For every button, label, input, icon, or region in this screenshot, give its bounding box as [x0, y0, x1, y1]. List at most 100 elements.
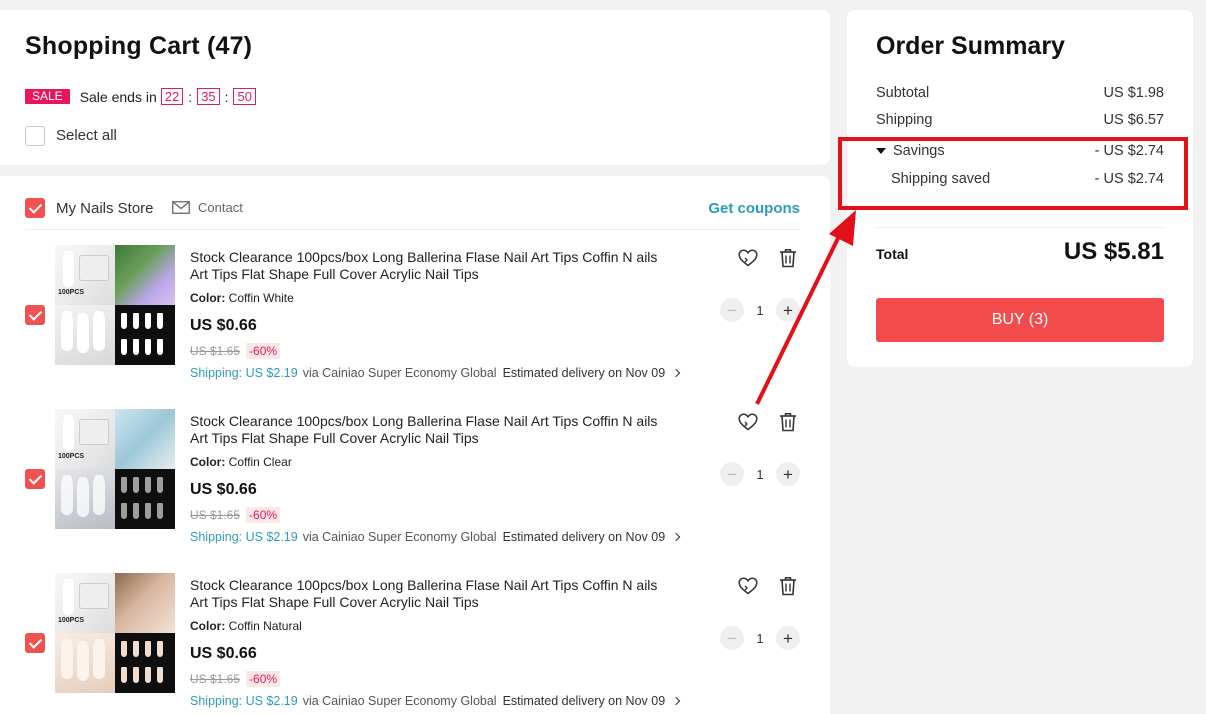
- item-price: US $0.66: [190, 317, 257, 334]
- mail-icon: [172, 201, 190, 214]
- page-title: Shopping Cart (47): [25, 32, 253, 60]
- chevron-right-icon: [671, 696, 681, 706]
- get-coupons-link[interactable]: Get coupons: [708, 200, 800, 217]
- color-label: Color:: [190, 291, 226, 305]
- quantity-stepper: − 1 +: [720, 462, 800, 486]
- subtotal-value: US $1.98: [1103, 85, 1164, 101]
- decrease-qty-button[interactable]: −: [720, 462, 744, 486]
- store-header: My Nails Store Contact Get coupons: [25, 196, 800, 230]
- shipping-row: Shipping US $6.57: [876, 112, 1164, 128]
- buy-button[interactable]: BUY (3): [876, 298, 1164, 342]
- cart-header: Shopping Cart (47) SALE Sale ends in 22 …: [0, 10, 830, 165]
- color-value: Coffin White: [228, 291, 294, 305]
- delete-button[interactable]: [777, 411, 799, 433]
- shipping-info[interactable]: Shipping: US $2.19 via Cainiao Super Eco…: [190, 694, 681, 708]
- timer-minutes: 35: [197, 88, 220, 105]
- total-label: Total: [876, 246, 909, 262]
- price-comparison: US $1.65 -60%: [190, 671, 281, 687]
- heart-icon: [738, 249, 758, 267]
- product-thumbnail[interactable]: 100PCS: [55, 409, 175, 529]
- timer-seconds: 50: [233, 88, 256, 105]
- item-checkbox[interactable]: [25, 633, 45, 653]
- thumb-caption: 100PCS: [58, 289, 85, 296]
- thumb-caption: 100PCS: [58, 617, 85, 624]
- discount-badge: -60%: [246, 507, 281, 523]
- store-name[interactable]: My Nails Store: [56, 200, 154, 217]
- item-title[interactable]: Stock Clearance 100pcs/box Long Ballerin…: [190, 249, 660, 283]
- increase-qty-button[interactable]: +: [776, 298, 800, 322]
- divider: [876, 227, 1164, 228]
- shipping-method: via Cainiao Super Economy Global: [302, 530, 497, 544]
- item-title[interactable]: Stock Clearance 100pcs/box Long Ballerin…: [190, 413, 660, 447]
- color-value: Coffin Natural: [228, 619, 302, 633]
- delivery-estimate: Estimated delivery on Nov 09: [502, 366, 666, 380]
- shipping-cost: Shipping: US $2.19: [190, 530, 298, 544]
- trash-icon: [780, 249, 796, 268]
- decrease-qty-button[interactable]: −: [720, 626, 744, 650]
- product-thumbnail[interactable]: 100PCS: [55, 573, 175, 693]
- shipping-info[interactable]: Shipping: US $2.19 via Cainiao Super Eco…: [190, 366, 681, 380]
- sale-badge: SALE: [25, 89, 70, 104]
- trash-icon: [780, 413, 796, 432]
- wishlist-button[interactable]: [737, 247, 759, 269]
- increase-qty-button[interactable]: +: [776, 462, 800, 486]
- item-price: US $0.66: [190, 645, 257, 662]
- shipping-method: via Cainiao Super Economy Global: [302, 366, 497, 380]
- subtotal-row: Subtotal US $1.98: [876, 85, 1164, 101]
- shipping-method: via Cainiao Super Economy Global: [302, 694, 497, 708]
- color-label: Color:: [190, 619, 226, 633]
- item-title[interactable]: Stock Clearance 100pcs/box Long Ballerin…: [190, 577, 660, 611]
- original-price: US $1.65: [190, 344, 241, 358]
- shipping-info[interactable]: Shipping: US $2.19 via Cainiao Super Eco…: [190, 530, 681, 544]
- wishlist-button[interactable]: [737, 575, 759, 597]
- shipping-cost: Shipping: US $2.19: [190, 694, 298, 708]
- wishlist-button[interactable]: [737, 411, 759, 433]
- delete-button[interactable]: [777, 575, 799, 597]
- discount-badge: -60%: [246, 671, 281, 687]
- store-checkbox[interactable]: [25, 198, 45, 218]
- shipping-value: US $6.57: [1103, 112, 1164, 128]
- heart-icon: [738, 413, 758, 431]
- annotation-highlight-box: [838, 137, 1188, 210]
- total-value: US $5.81: [1063, 238, 1164, 265]
- quantity-value[interactable]: 1: [744, 303, 776, 318]
- timer-hours: 22: [160, 88, 184, 105]
- timer-separator: :: [224, 88, 229, 105]
- item-color[interactable]: Color: Coffin White: [190, 291, 294, 305]
- cart-item: 100PCS Stock Clearance 100pcs/box Long B…: [0, 245, 830, 380]
- quantity-value[interactable]: 1: [744, 631, 776, 646]
- item-color[interactable]: Color: Coffin Clear: [190, 455, 292, 469]
- select-all-checkbox[interactable]: [25, 126, 45, 146]
- item-checkbox[interactable]: [25, 305, 45, 325]
- item-color[interactable]: Color: Coffin Natural: [190, 619, 302, 633]
- timer-separator: :: [188, 88, 193, 105]
- sale-countdown: SALE Sale ends in 22 : 35 : 50: [25, 88, 256, 105]
- select-all-label[interactable]: Select all: [56, 127, 117, 144]
- increase-qty-button[interactable]: +: [776, 626, 800, 650]
- store-card: My Nails Store Contact Get coupons 100PC…: [0, 176, 830, 714]
- shipping-cost: Shipping: US $2.19: [190, 366, 298, 380]
- quantity-value[interactable]: 1: [744, 467, 776, 482]
- delivery-estimate: Estimated delivery on Nov 09: [502, 694, 666, 708]
- color-value: Coffin Clear: [228, 455, 292, 469]
- contact-label: Contact: [198, 200, 243, 215]
- product-thumbnail[interactable]: 100PCS: [55, 245, 175, 365]
- delivery-estimate: Estimated delivery on Nov 09: [502, 530, 666, 544]
- discount-badge: -60%: [246, 343, 281, 359]
- original-price: US $1.65: [190, 672, 241, 686]
- subtotal-label: Subtotal: [876, 85, 930, 101]
- item-price: US $0.66: [190, 481, 257, 498]
- item-checkbox[interactable]: [25, 469, 45, 489]
- color-label: Color:: [190, 455, 226, 469]
- original-price: US $1.65: [190, 508, 241, 522]
- trash-icon: [780, 577, 796, 596]
- heart-icon: [738, 577, 758, 595]
- price-comparison: US $1.65 -60%: [190, 507, 281, 523]
- contact-link[interactable]: Contact: [172, 200, 243, 215]
- cart-item: 100PCS Stock Clearance 100pcs/box Long B…: [0, 573, 830, 708]
- delete-button[interactable]: [777, 247, 799, 269]
- sale-text: Sale ends in: [79, 88, 157, 105]
- decrease-qty-button[interactable]: −: [720, 298, 744, 322]
- quantity-stepper: − 1 +: [720, 298, 800, 322]
- chevron-right-icon: [671, 532, 681, 542]
